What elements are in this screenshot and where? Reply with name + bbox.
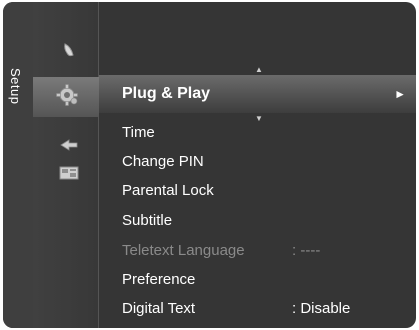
menu-item-label: Plug & Play (122, 85, 211, 102)
menu-item-label: Teletext Language (122, 242, 245, 259)
category-bar: Setup (3, 2, 33, 328)
menu-item-label: Subtitle (122, 212, 173, 229)
category-label: Setup (8, 68, 23, 105)
menu-item-label: Digital Text (122, 300, 196, 317)
menu-item-label: Change PIN (122, 153, 204, 170)
menu-item-label: Preference (122, 271, 196, 288)
setup-menu-screen: Setup ▲ Plug & Play ► ▼ Time Change PIN … (3, 2, 416, 328)
submenu-arrow-icon: ► (394, 87, 406, 101)
menu-item-time[interactable]: Time (99, 119, 416, 146)
picture-icon[interactable] (57, 40, 81, 62)
menu-item-digital-text[interactable]: Digital Text : Disable (99, 295, 416, 322)
menu-item-change-pin[interactable]: Change PIN (99, 148, 416, 175)
scroll-up-icon: ▲ (255, 65, 263, 74)
application-icon[interactable] (57, 162, 81, 184)
input-icon[interactable] (57, 134, 81, 156)
menu-item-plug-and-play[interactable]: Plug & Play ► (99, 75, 416, 113)
menu-item-parental-lock[interactable]: Parental Lock (99, 177, 416, 204)
menu-item-value: : Disable (292, 300, 351, 317)
menu-item-teletext-language: Teletext Language : ---- (99, 237, 416, 264)
menu-item-label: Parental Lock (122, 182, 214, 199)
menu-panel: ▲ Plug & Play ► ▼ Time Change PIN Parent… (99, 2, 416, 328)
menu-item-label: Time (122, 124, 155, 141)
setup-gear-icon[interactable] (55, 84, 79, 106)
menu-item-subtitle[interactable]: Subtitle (99, 207, 416, 234)
menu-item-value: : ---- (292, 242, 321, 259)
menu-item-preference[interactable]: Preference (99, 266, 416, 293)
